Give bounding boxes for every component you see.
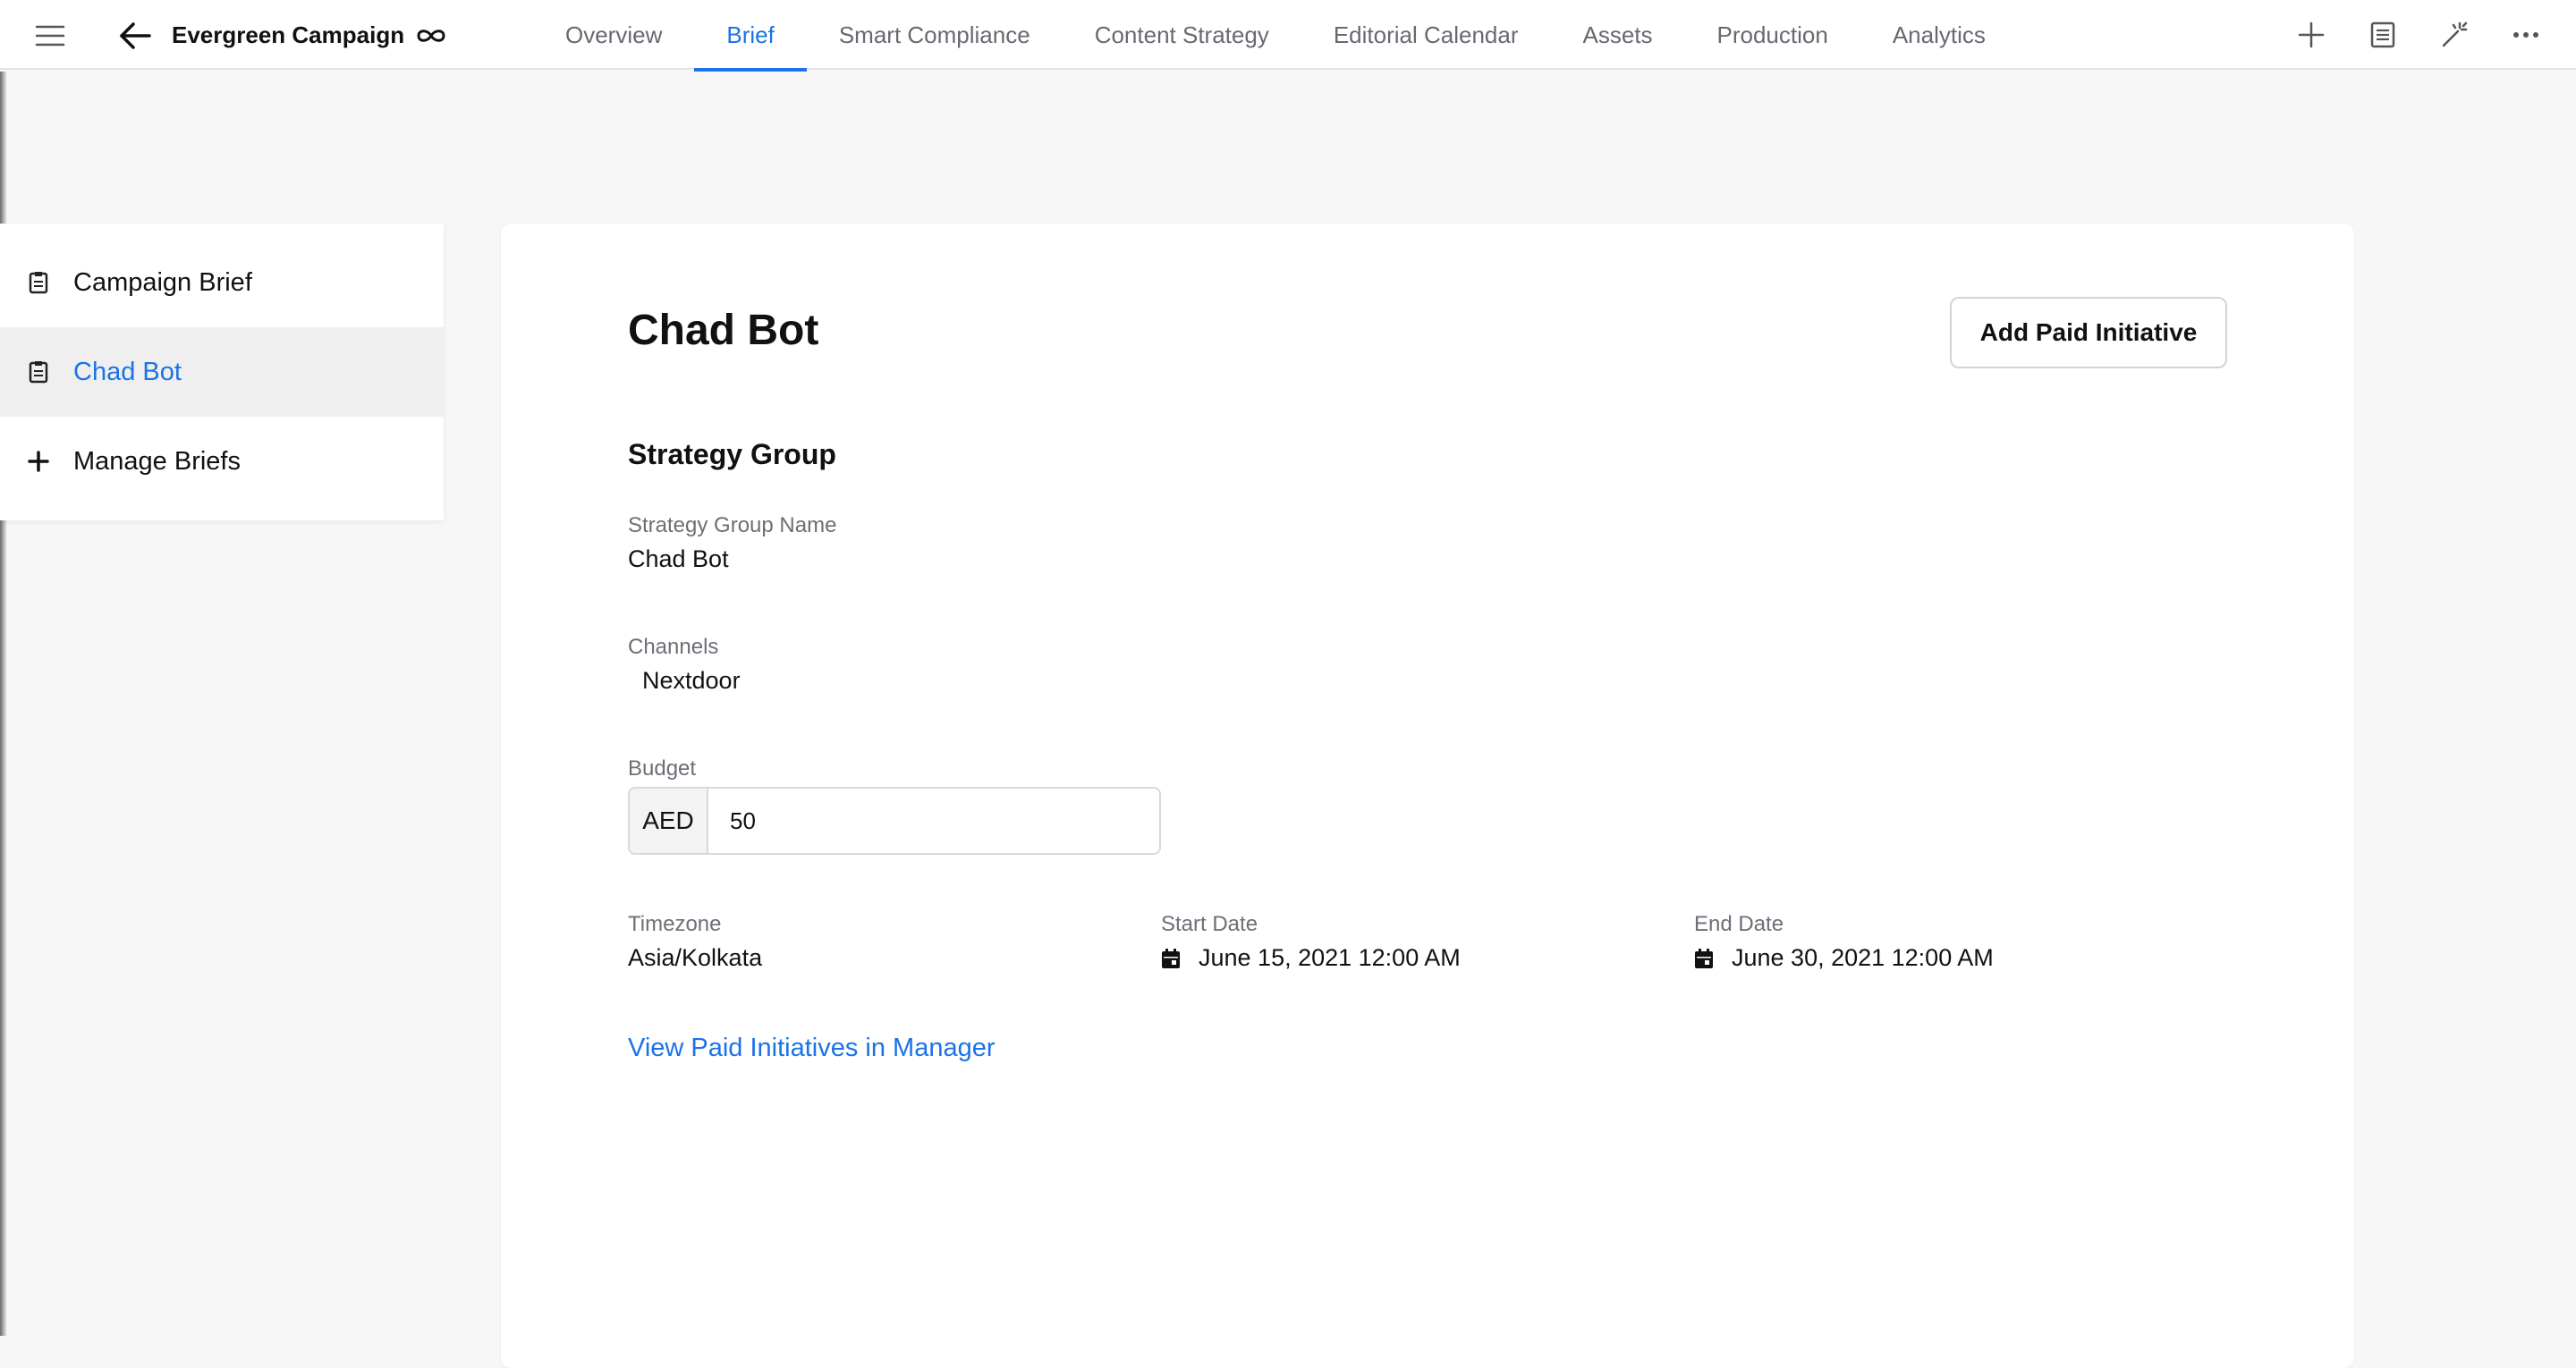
brief-detail-card: Chad Bot Add Paid Initiative Strategy Gr… [501, 224, 2354, 1368]
tab-analytics[interactable]: Analytics [1860, 0, 2018, 70]
tab-smart-compliance[interactable]: Smart Compliance [807, 0, 1063, 70]
plus-icon[interactable] [2292, 16, 2331, 54]
sidebar-item-label: Campaign Brief [73, 267, 252, 297]
back-arrow-icon[interactable] [114, 18, 156, 54]
sidebar-item-label: Manage Briefs [73, 446, 241, 476]
tab-production[interactable]: Production [1685, 0, 1860, 70]
tab-assets[interactable]: Assets [1550, 0, 1684, 70]
tab-overview[interactable]: Overview [533, 0, 694, 70]
strategy-group-name-value: Chad Bot [628, 545, 729, 572]
channels-label: Channels [628, 635, 719, 659]
tab-bar: Overview Brief Smart Compliance Content … [533, 0, 2018, 72]
budget-field: AED [628, 787, 1161, 855]
calendar-icon [1694, 948, 1714, 969]
end-date-field[interactable]: June 30, 2021 12:00 AM [1694, 944, 1994, 972]
add-paid-initiative-button[interactable]: Add Paid Initiative [1950, 297, 2227, 368]
channel-value: Nextdoor [642, 667, 741, 694]
tab-editorial-calendar[interactable]: Editorial Calendar [1301, 0, 1551, 70]
sidebar-item-manage-briefs[interactable]: Manage Briefs [0, 417, 444, 506]
timezone-value: Asia/Kolkata [628, 944, 763, 971]
sidebar-item-chad-bot[interactable]: Chad Bot [0, 327, 444, 417]
sidebar-item-label: Chad Bot [73, 357, 182, 386]
start-date-field[interactable]: June 15, 2021 12:00 AM [1161, 944, 1461, 972]
page-title: Chad Bot [628, 307, 819, 354]
end-date-label: End Date [1694, 912, 1784, 936]
timezone-label: Timezone [628, 912, 722, 936]
calendar-icon [1161, 948, 1181, 969]
tab-content-strategy[interactable]: Content Strategy [1063, 0, 1301, 70]
start-date-label: Start Date [1161, 912, 1258, 936]
campaign-title: Evergreen Campaign [172, 21, 405, 48]
sidebar-item-campaign-brief[interactable]: Campaign Brief [0, 238, 444, 327]
budget-label: Budget [628, 756, 697, 781]
end-date-value: June 30, 2021 12:00 AM [1732, 944, 1994, 971]
tab-brief[interactable]: Brief [694, 0, 808, 72]
magic-wand-icon[interactable] [2435, 16, 2474, 54]
clipboard-icon [27, 269, 50, 296]
top-navigation-bar: Evergreen Campaign Overview Brief Smart … [0, 0, 2576, 72]
currency-addon: AED [630, 789, 708, 853]
section-title: Strategy Group [628, 438, 836, 470]
clipboard-icon [27, 359, 50, 385]
budget-input[interactable] [708, 789, 1159, 853]
view-paid-initiatives-link[interactable]: View Paid Initiatives in Manager [628, 1034, 996, 1063]
brief-sidebar: Campaign Brief Chad Bot Manage Briefs [0, 224, 444, 520]
menu-icon[interactable] [32, 20, 68, 52]
plus-icon [27, 448, 50, 475]
more-options-icon[interactable] [2506, 16, 2546, 54]
notes-icon[interactable] [2363, 16, 2402, 54]
start-date-value: June 15, 2021 12:00 AM [1199, 944, 1461, 971]
infinity-icon [413, 21, 449, 50]
strategy-group-name-label: Strategy Group Name [628, 513, 837, 537]
